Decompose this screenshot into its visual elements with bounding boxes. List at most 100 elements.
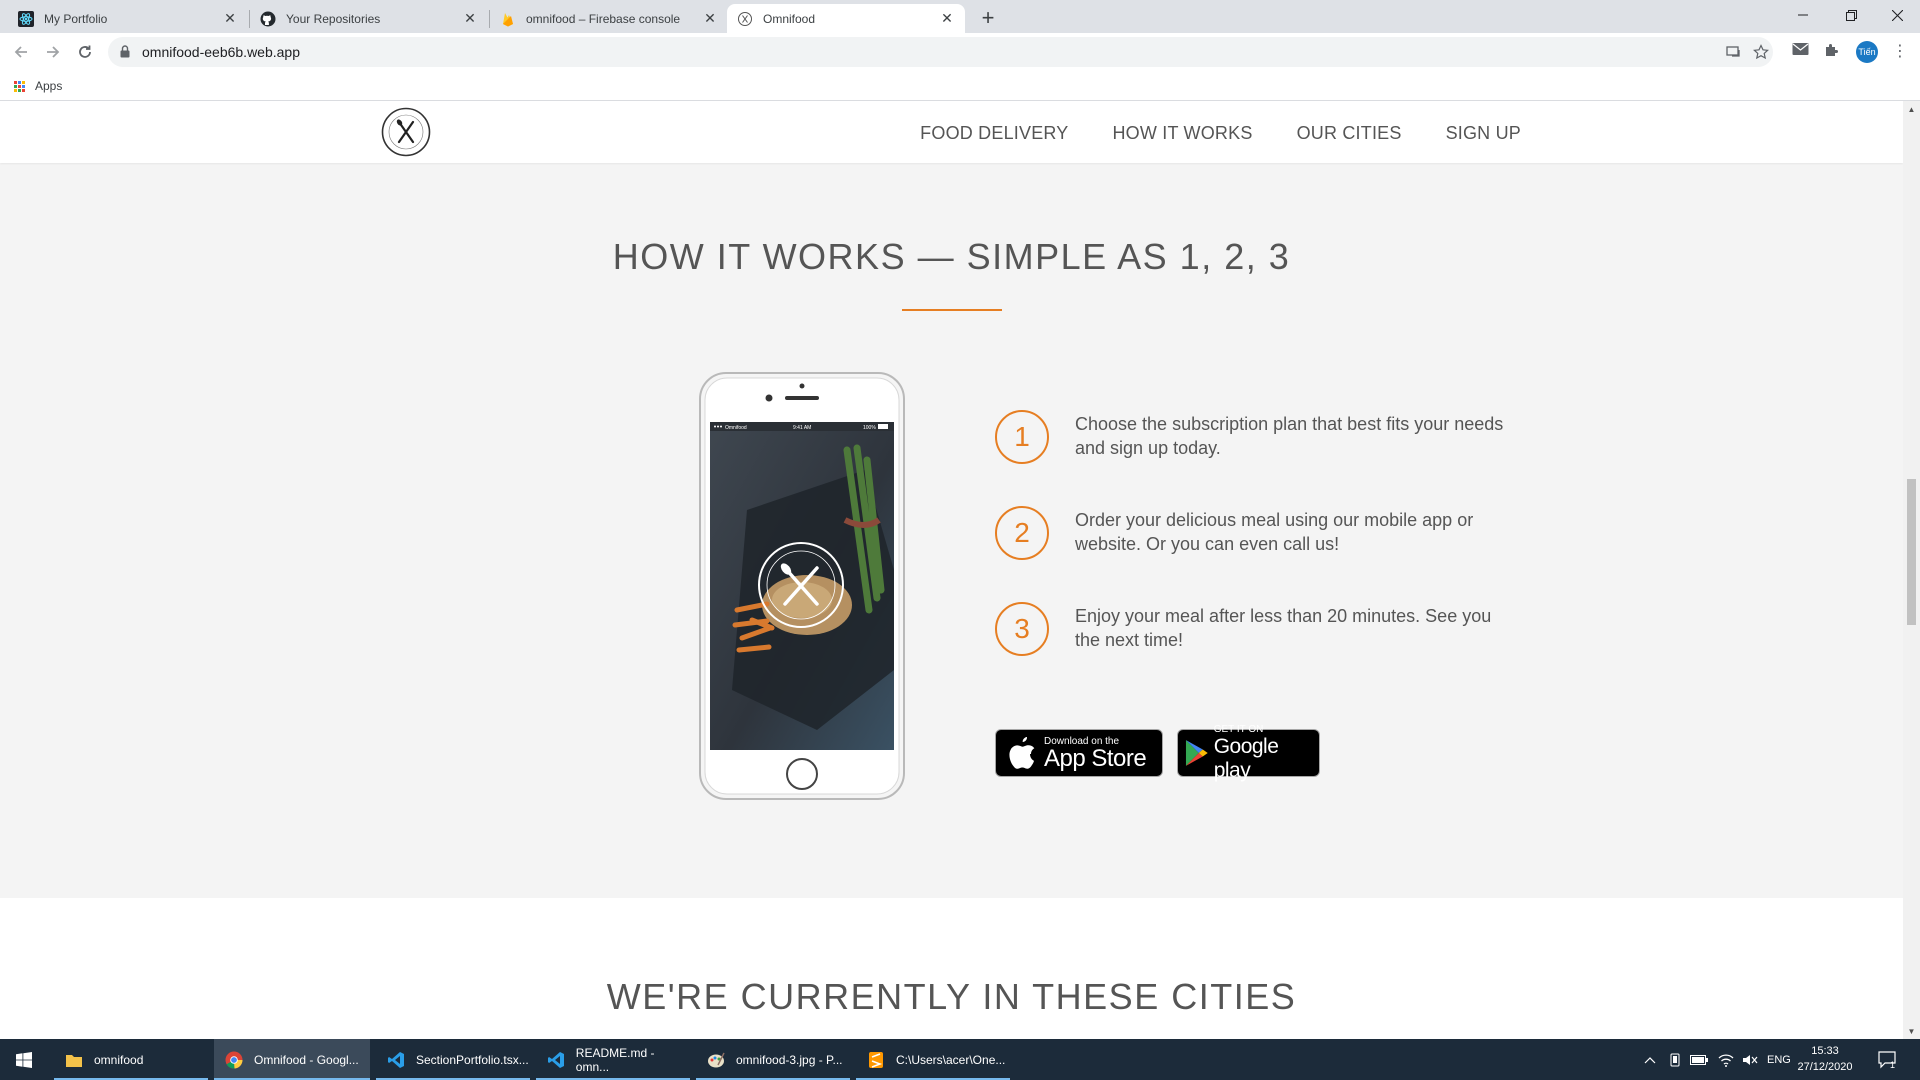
chrome-menu-icon[interactable]: ⋮ — [1892, 41, 1908, 61]
tab-omnifood[interactable]: Omnifood ✕ — [727, 4, 965, 33]
back-button[interactable] — [10, 41, 32, 63]
step-number: 3 — [995, 602, 1049, 656]
forward-button[interactable] — [42, 41, 64, 63]
tab-title: Your Repositories — [286, 11, 381, 26]
tab-strip: My Portfolio ✕ Your Repositories ✕ omnif… — [0, 0, 1920, 33]
tab-my-portfolio[interactable]: My Portfolio ✕ — [8, 4, 248, 33]
apps-label: Apps — [35, 79, 63, 93]
forward-arrow-icon — [47, 46, 60, 58]
phone-mockup: Omnifood 9:41 AM 100% — [697, 370, 907, 802]
folder-icon — [64, 1050, 84, 1070]
google-play-small: GET IT ON — [1213, 723, 1264, 735]
scrollbar-thumb[interactable] — [1907, 479, 1916, 625]
paint-icon — [706, 1050, 726, 1070]
main-nav: FOOD DELIVERY HOW IT WORKS OUR CITIES SI… — [920, 123, 1521, 144]
cities-title: WE'RE CURRENTLY IN THESE CITIES — [606, 976, 1297, 1017]
nav-sign-up[interactable]: SIGN UP — [1446, 123, 1521, 144]
nav-food-delivery[interactable]: FOOD DELIVERY — [920, 123, 1068, 144]
google-play-button[interactable]: GET IT ON Google play — [1177, 724, 1320, 782]
nav-how-it-works[interactable]: HOW IT WORKS — [1112, 123, 1252, 144]
omnifood-logo[interactable] — [381, 107, 431, 157]
extensions-puzzle-icon[interactable] — [1824, 42, 1840, 63]
tab-title: Omnifood — [763, 11, 816, 26]
google-play-icon — [1185, 740, 1208, 766]
star-icon[interactable] — [1753, 44, 1769, 65]
close-icon[interactable]: ✕ — [939, 10, 955, 27]
new-tab-button[interactable]: + — [976, 5, 1000, 30]
omnifood-icon — [737, 11, 753, 27]
github-icon — [260, 11, 276, 27]
wifi-icon[interactable] — [1718, 1039, 1734, 1080]
step-text: Order your delicious meal using our mobi… — [1075, 510, 1474, 554]
install-app-icon[interactable] — [1726, 44, 1742, 65]
taskbar-label: omnifood — [94, 1052, 144, 1067]
step-text: Enjoy your meal after less than 20 minut… — [1075, 606, 1492, 650]
restore-button[interactable] — [1828, 0, 1874, 30]
chrome-icon — [224, 1050, 244, 1070]
app-store-button[interactable]: Download on the App Store — [995, 729, 1163, 777]
vscode-icon — [546, 1050, 566, 1070]
close-window-button[interactable] — [1874, 0, 1920, 30]
step-item: 2 Order your delicious meal using our mo… — [993, 506, 1513, 566]
scroll-down-icon[interactable]: ▼ — [1907, 1027, 1916, 1036]
tab-your-repositories[interactable]: Your Repositories ✕ — [250, 4, 488, 33]
app-store-text: Download on the App Store — [1044, 736, 1147, 772]
phone-battery: 100% — [863, 425, 876, 431]
lock-icon[interactable] — [120, 45, 130, 63]
chevron-up-icon — [1644, 1056, 1656, 1063]
nav-our-cities[interactable]: OUR CITIES — [1297, 123, 1402, 144]
apps-grid-icon — [14, 80, 25, 92]
page-viewport: FOOD DELIVERY HOW IT WORKS OUR CITIES SI… — [0, 101, 1903, 1039]
notifications-button[interactable]: 1 — [1878, 1039, 1896, 1080]
tab-firebase-console[interactable]: omnifood – Firebase console ✕ — [490, 4, 728, 33]
taskbar-item-paint[interactable]: omnifood-3.jpg - P... — [696, 1039, 850, 1080]
cities-section: WE'RE CURRENTLY IN THESE CITIES — [0, 898, 1903, 1039]
close-icon[interactable]: ✕ — [462, 10, 478, 27]
taskbar-item-vscode-2[interactable]: README.md - omn... — [536, 1039, 690, 1080]
step-item: 3 Enjoy your meal after less than 20 min… — [993, 602, 1513, 662]
phone-carrier: Omnifood — [725, 425, 747, 431]
clock-time: 15:33 — [1811, 1045, 1839, 1057]
volume-muted-icon[interactable] — [1742, 1039, 1758, 1080]
reload-button[interactable] — [74, 41, 96, 63]
taskbar-label: README.md - omn... — [575, 1045, 655, 1074]
battery-icon[interactable] — [1690, 1039, 1708, 1080]
tab-title: omnifood – Firebase console — [526, 11, 681, 26]
profile-avatar[interactable]: Tiến — [1856, 41, 1878, 63]
sublime-icon — [866, 1050, 886, 1070]
windows-taskbar: omnifood Omnifood - Googl... SectionPort… — [0, 1039, 1920, 1080]
show-hidden-icons-button[interactable] — [1644, 1039, 1656, 1080]
taskbar-label: C:\Users\acer\One... — [896, 1052, 1006, 1067]
minimize-button[interactable] — [1780, 0, 1826, 30]
address-bar[interactable]: omnifood-eeb6b.web.app — [108, 37, 1773, 67]
google-play-big: Google play — [1213, 734, 1279, 782]
close-icon[interactable]: ✕ — [702, 10, 718, 27]
page-scrollbar[interactable]: ▲ ▼ — [1903, 101, 1920, 1039]
tab-title: My Portfolio — [44, 11, 108, 26]
device-icon[interactable] — [1668, 1039, 1682, 1080]
app-store-big: App Store — [1044, 744, 1147, 772]
bookmarks-bar: Apps — [0, 71, 1920, 101]
step-number: 1 — [995, 410, 1049, 464]
scroll-up-icon[interactable]: ▲ — [1907, 105, 1916, 114]
step-item: 1 Choose the subscription plan that best… — [993, 410, 1513, 470]
notification-count: 1 — [1890, 1059, 1896, 1070]
firebase-icon — [500, 11, 516, 27]
apps-bookmark[interactable]: Apps — [14, 79, 62, 93]
taskbar-item-chrome[interactable]: Omnifood - Googl... — [214, 1039, 370, 1080]
taskbar-item-sublime[interactable]: C:\Users\acer\One... — [856, 1039, 1010, 1080]
apple-icon — [1009, 737, 1035, 769]
language-indicator[interactable]: ENG — [1767, 1039, 1791, 1080]
start-button[interactable] — [0, 1039, 48, 1080]
taskbar-item-explorer[interactable]: omnifood — [54, 1039, 208, 1080]
close-icon[interactable]: ✕ — [222, 10, 238, 27]
mail-extension-icon[interactable] — [1792, 42, 1809, 61]
taskbar-item-vscode-1[interactable]: SectionPortfolio.tsx... — [376, 1039, 530, 1080]
taskbar-label: omnifood-3.jpg - P... — [736, 1052, 843, 1067]
clock-date: 27/12/2020 — [1797, 1061, 1853, 1073]
phone-time: 9:41 AM — [793, 425, 811, 431]
step-number: 2 — [995, 506, 1049, 560]
title-underline — [902, 309, 1002, 311]
system-clock[interactable]: 15:33 27/12/2020 — [1795, 1043, 1855, 1075]
how-it-works-title: HOW IT WORKS — SIMPLE AS 1, 2, 3 — [612, 236, 1291, 277]
